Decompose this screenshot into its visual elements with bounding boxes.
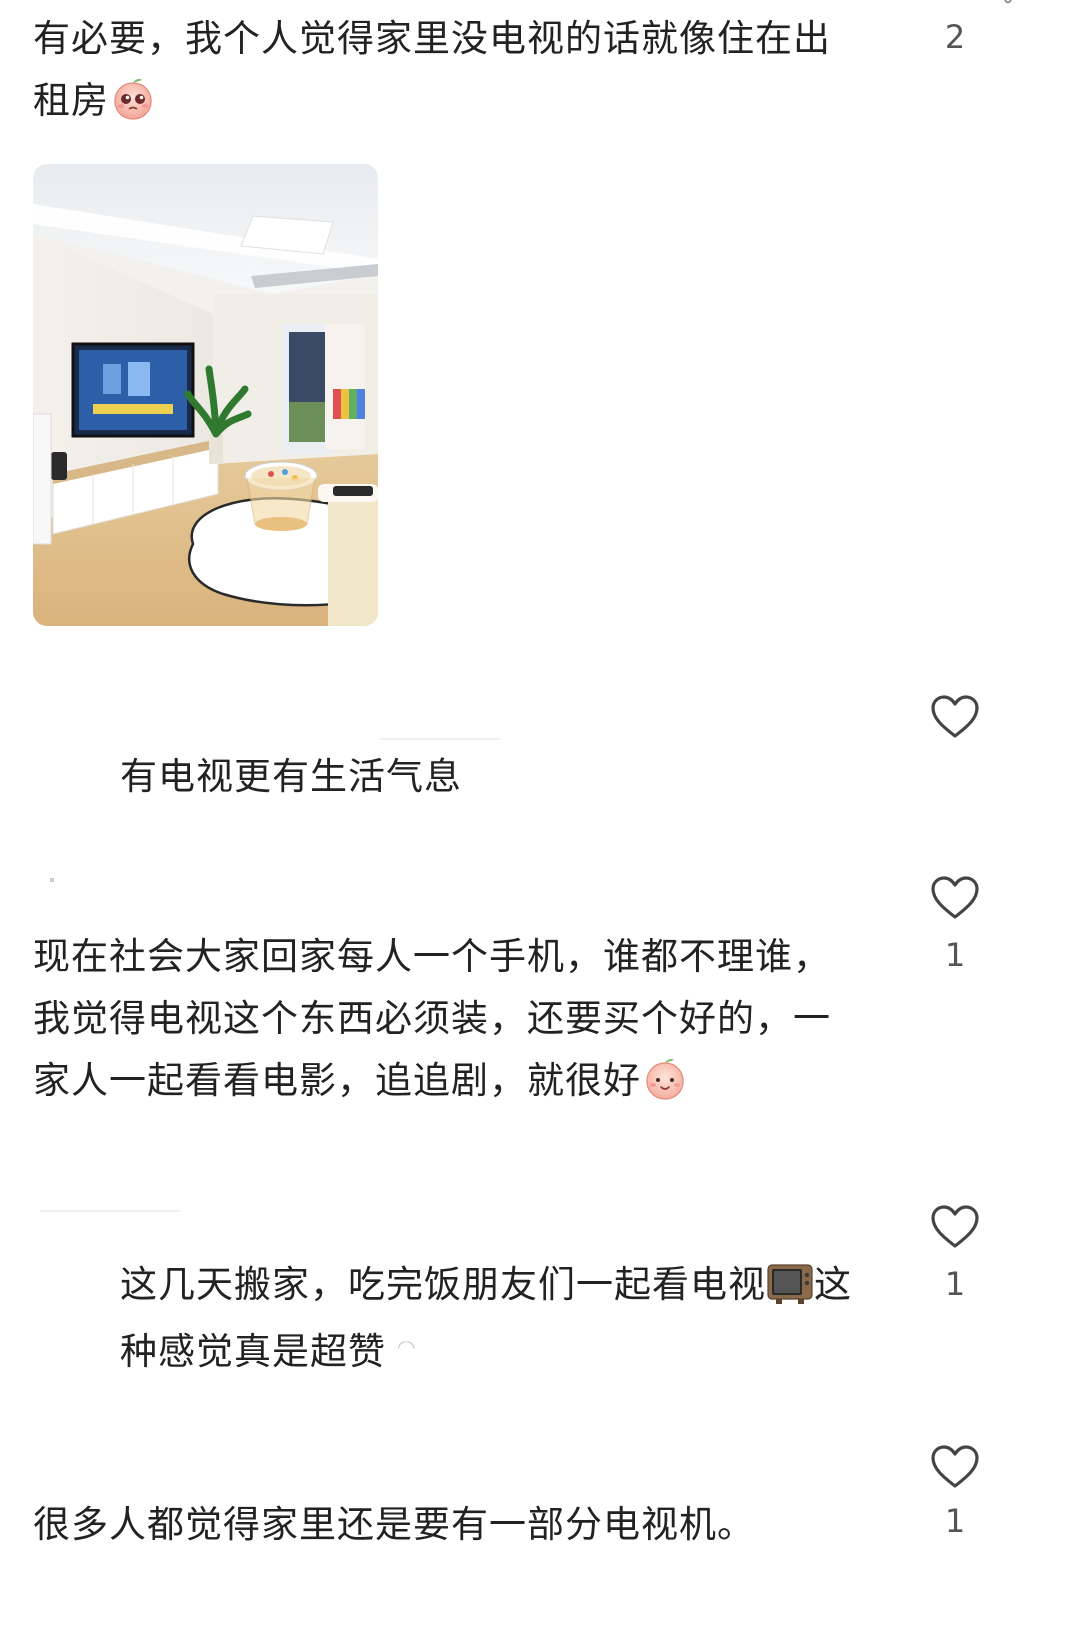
like-count: 1 [944,936,966,974]
comment-text-line: 现在社会大家回家每人一个手机，谁都不理谁， [33,935,831,978]
faded-emoji-remnant: ◜◝ [398,1335,416,1359]
comment-text-line: 有必要，我个人觉得家里没电视的话就像住在出 [33,17,831,60]
comment-text: 现在社会大家回家每人一个手机，谁都不理谁， 我觉得电视这个东西必须装，还要买个好… [33,926,903,1112]
comment-text-line: 租房 [33,70,893,132]
heart-icon[interactable] [930,875,980,921]
television-emoji-icon [767,1264,813,1304]
divider [380,738,500,740]
heart-icon[interactable] [930,1444,980,1490]
comment-photo[interactable] [33,164,378,626]
comment-text: 有电视更有生活气息 [120,755,462,798]
comment-text-line: 这几天搬家，吃完饭朋友们一起看电视 这 [120,1263,852,1306]
peach-smile-emoji-icon [646,1059,684,1100]
heart-icon[interactable] [930,1204,980,1250]
comment-text: 有必要，我个人觉得家里没电视的话就像住在出 租房 [33,8,893,132]
comment-text-line: 我觉得电视这个东西必须装，还要买个好的，一 [33,997,831,1040]
scroll-remnant-icon [1004,0,1012,4]
peach-pleading-emoji-icon [114,79,152,120]
like-count: 1 [944,1502,966,1540]
avatar-remnant [50,878,54,882]
like-count: 1 [944,1265,966,1303]
heart-icon[interactable] [930,694,980,740]
like-count: 2 [944,18,966,56]
comment-text: 这几天搬家，吃完饭朋友们一起看电视 这 种感觉真是超赞 ◜◝ [120,1254,910,1383]
comment-text-line: 家人一起看看电影，追追剧，就很好 [33,1050,903,1112]
divider [40,1210,180,1212]
comment-text: 很多人都觉得家里还是要有一部分电视机。 [33,1503,755,1546]
comment-text-line: 种感觉真是超赞 ◜◝ [120,1330,416,1373]
